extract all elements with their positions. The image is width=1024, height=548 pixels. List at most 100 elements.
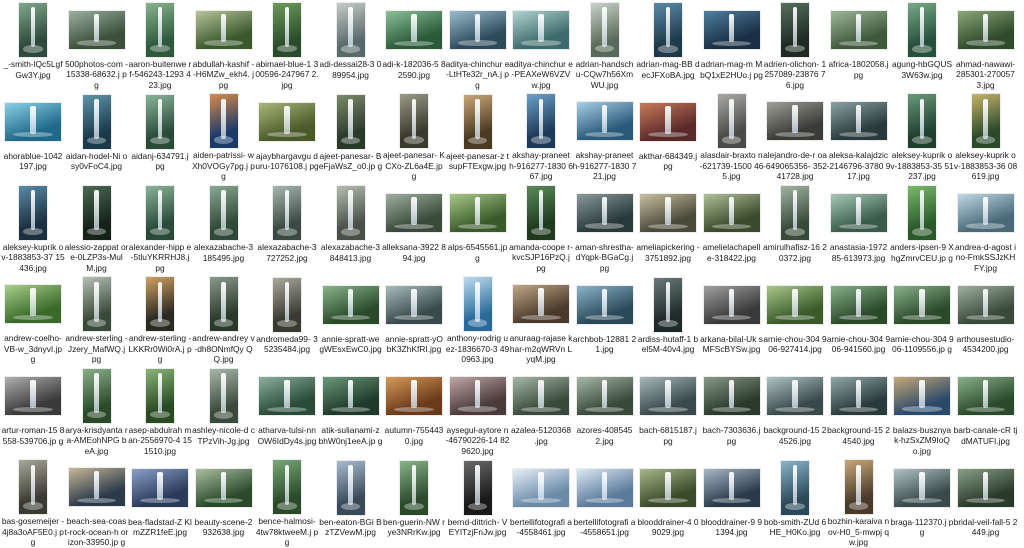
file-item[interactable]: aaron-buitenwe rf-546243-1293 423.jpg xyxy=(129,2,191,90)
file-item[interactable]: aditya-chinchur e-PEAXeW6VZV w.jpg xyxy=(509,2,573,90)
file-item[interactable]: abdullah-kashif --H6MZw_ekh4. jpg xyxy=(193,2,254,90)
file-name-label: background-15 24540.jpg xyxy=(827,425,890,446)
file-item[interactable]: akshay-praneet h-916277-1830 721.jpg xyxy=(573,94,636,182)
file-item[interactable]: artur-roman-15 8558-539706.jp g xyxy=(2,368,64,456)
file-item[interactable]: ajeet-panesar- KCXo-ZL6a4E.jp g xyxy=(383,94,445,182)
file-item[interactable]: adi-k-182036-5 82590.jpg xyxy=(382,2,446,90)
file-item[interactable]: beauty-scene-2 932638.jpg xyxy=(195,460,253,548)
file-item[interactable]: bence-halmosi- 4tw78ktweeM.j pg xyxy=(256,460,318,548)
file-item[interactable]: aditya-chinchur e-LtHTe32r_nA.j pg xyxy=(446,2,509,90)
file-item[interactable]: adrian-mag-m MbQ1xE2HUo.j pg xyxy=(700,2,763,90)
file-item[interactable]: aleksey-kuprik ov-1883853-35 51237.jpg xyxy=(890,94,954,182)
file-item[interactable]: ajaybhargavgu duru-1076108.j pg xyxy=(255,94,319,182)
file-name-label: alleksana-3922 894.jpg xyxy=(382,242,446,263)
file-item[interactable]: ben-guerin-NW rye3NRrKw.jpg xyxy=(383,460,445,548)
file-item[interactable]: ameliapickering -3751892.jpg xyxy=(636,185,700,273)
file-item[interactable]: alessio-zappat ore-0LZP3s-Mul M.jpg xyxy=(65,185,128,273)
file-item[interactable]: blooddrainer-4 09029.jpg xyxy=(638,460,699,548)
file-item[interactable]: arnie-chou-304 906-941560.jpg xyxy=(827,277,890,365)
file-item[interactable]: amelielachapell e-318422.jpg xyxy=(703,185,761,273)
file-item[interactable]: autumn-755443 0.jpg xyxy=(385,368,443,456)
file-item[interactable]: arnie-chou-304 906-927414.jpg xyxy=(763,277,827,365)
file-item[interactable]: arya-krisdyanta ra-AMEohNPG beA.jpg xyxy=(65,368,128,456)
file-item[interactable]: adrian-mag-BB decJFXoBA.jpg xyxy=(636,2,700,90)
file-item[interactable]: abimael-blue-1 300596-247967 2.jpg xyxy=(255,2,319,90)
file-item[interactable]: ben-eaton-BGi BzTZVewM.jpg xyxy=(319,460,382,548)
file-item[interactable]: atik-sulianami-z bhW0nj1eeA.jp g xyxy=(319,368,382,456)
file-item[interactable]: aleksa-kalajdzic -2146796-3780 917.jpg xyxy=(827,94,890,182)
file-item[interactable]: arkana-bilal-Uk sMFScBYSw.jpg xyxy=(700,277,763,365)
file-item[interactable]: aysegul-aytore n-46790226-14 829620.jpg xyxy=(446,368,509,456)
file-item[interactable]: ajeet-panesar-z tsupFTExgw.jpg xyxy=(446,94,509,182)
file-item[interactable]: akshay-praneet h-916277-1830 667.jpg xyxy=(509,94,573,182)
file-item[interactable]: amanda-coope r-kvcSJP16PzQ.j pg xyxy=(509,185,573,273)
file-item[interactable]: andrew-sterling -LKKRr0Wi0rA.j pg xyxy=(128,277,192,365)
file-item[interactable]: aman-shrestha- dYqpk-BGaCg.j pg xyxy=(575,185,634,273)
file-item[interactable]: barb-canale-cR tjdMATUFI.jpg xyxy=(954,368,1017,456)
file-item[interactable]: balazs-busznya k-hzSxZM9IoQ o.jpg xyxy=(893,368,951,456)
file-item[interactable]: annie-spratt-we gWEsxEwC0.jpg xyxy=(319,277,382,365)
file-item[interactable]: aidan-hodel-Ni osy0vFoC4.jpg xyxy=(66,94,127,182)
waterfall-mist xyxy=(457,40,498,46)
file-item[interactable]: _-smith-lQc5Lgf Gw3Y.jpg xyxy=(3,2,63,90)
file-item[interactable]: andrew-sterling -Jzery_MafWQ.j pg xyxy=(65,277,128,365)
file-item[interactable]: bach-6815187.j pg xyxy=(639,368,697,456)
file-item[interactable]: background-15 24540.jpg xyxy=(827,368,890,456)
file-item[interactable]: ahmad-nawawi- 285301-270057 3.jpg xyxy=(956,2,1015,90)
file-item[interactable]: adrien-olichon- 1257089-23876 76.jpg xyxy=(764,2,826,90)
file-item[interactable]: africa-1802058.j pg xyxy=(828,2,889,90)
file-item[interactable]: andrew-andrey v-dh8ONmfQy QQ.jpg xyxy=(192,277,255,365)
file-item[interactable]: bozhin-karaiva nov-H0_5-mwpj qw.jpg xyxy=(828,460,889,548)
file-item[interactable]: andrea-d-agost ino-FmkSSJzKH FY.jpg xyxy=(955,185,1016,273)
file-item[interactable]: adrian-handsch u-CQw7h56Xm WU.jpg xyxy=(576,2,634,90)
file-item[interactable]: bertellifotografi a-4558651.jpg xyxy=(574,460,635,548)
file-item[interactable]: annie-spratt-yO bK3ZhKfRI.jpg xyxy=(385,277,443,365)
file-item[interactable]: alps-6545561.jp g xyxy=(448,185,507,273)
file-item[interactable]: asep-abdulrah man-2556970-4 151510.jpg xyxy=(128,368,192,456)
file-item[interactable]: bas-gosemeijer -4j8a3oAF5E0.j pg xyxy=(2,460,64,548)
file-item[interactable]: arthousestudio- 4534200.jpg xyxy=(957,277,1015,365)
file-item[interactable]: 500photos-com -15338-68632.j pg xyxy=(65,2,128,90)
file-item[interactable]: ajeet-panesar- BeFjaWsZ_o0.jp g xyxy=(319,94,382,182)
file-item[interactable]: bernd-dittrich- VEYITzjFnJw.jpg xyxy=(448,460,507,548)
file-item[interactable]: anuraag-rajase khar-m2qWRVn LyqM.jpg xyxy=(510,277,572,365)
file-item[interactable]: ahorablue-1042 197.jpg xyxy=(4,94,62,182)
file-item[interactable]: adi-dessai28-3 089954.jpg xyxy=(320,2,381,90)
file-item[interactable]: alejandro-de-r oa-649065356- 35241728.jp… xyxy=(763,94,827,182)
file-item[interactable]: alasdair-braxto n-621739-1500 465.jpg xyxy=(700,94,763,182)
file-item[interactable]: alexazabache-3 848413.jpg xyxy=(321,185,380,273)
file-item[interactable]: agung-hbGQUS 3W63w.jpg xyxy=(892,2,952,90)
file-item[interactable]: aleksey-kuprik ov-1883853-36 08619.jpg xyxy=(954,94,1017,182)
file-item[interactable]: bridal-veil-fall-5 2449.jpg xyxy=(954,460,1017,548)
waterfall-mist xyxy=(340,228,361,236)
file-item[interactable]: akthar-684349.j pg xyxy=(639,94,697,182)
file-item[interactable]: archbob-12881 21.jpg xyxy=(573,277,636,365)
file-item[interactable]: alexazabache-3 727252.jpg xyxy=(257,185,317,273)
file-item[interactable]: ardiss-hutaff-1 bel5M-40v4.jpg xyxy=(638,277,698,365)
file-item[interactable]: braga-112370.j pg xyxy=(891,460,953,548)
file-item[interactable]: alleksana-3922 894.jpg xyxy=(382,185,446,273)
file-item[interactable]: aleksey-kuprik ov-1883853-37 15436.jpg xyxy=(1,185,65,273)
file-item[interactable]: aiden-patrissi- wXh0VOGy7pg.j pg xyxy=(192,94,255,182)
file-item[interactable]: bach-7303636.j pg xyxy=(703,368,761,456)
file-item[interactable]: ashley-nicole-d cTPzVih-Jg.jpg xyxy=(192,368,255,456)
file-item[interactable]: andromeda99- 35235484.jpg xyxy=(256,277,318,365)
file-item[interactable]: background-15 24526.jpg xyxy=(764,368,826,456)
file-item[interactable]: amirulhafisz-16 20372.jpg xyxy=(763,185,827,273)
file-item[interactable]: atharva-tulsi-nn OW6IdDy4s.jpg xyxy=(258,368,316,456)
file-item[interactable]: azalea-5120368 .jpg xyxy=(511,368,571,456)
file-item[interactable]: anders-ipsen-9 XhgZmrvCEU.jp g xyxy=(890,185,954,273)
file-item[interactable]: bertellifotografi a-4558461.jpg xyxy=(510,460,572,548)
file-item[interactable]: bea-fladstad-Z KlmZZR1feE.jpg xyxy=(128,460,192,548)
file-item[interactable]: bob-smith-ZUd 6HE_H0Ko.jpg xyxy=(764,460,826,548)
file-item[interactable]: azores-408545 2.jpg xyxy=(576,368,634,456)
file-item[interactable]: alexazabache-3 185495.jpg xyxy=(194,185,253,273)
file-item[interactable]: alexander-hipp e-5tluYKRRHJ8.j pg xyxy=(129,185,191,273)
file-item[interactable]: andrew-coelho- VB-w_3dnyvI.jp g xyxy=(4,277,62,365)
file-item[interactable]: arnie-chou-304 906-1109556.jp g xyxy=(890,277,954,365)
file-item[interactable]: aidanj-634791.j pg xyxy=(131,94,189,182)
file-item[interactable]: beach-sea-coas t-rock-ocean-h orizon-339… xyxy=(65,460,128,548)
file-item[interactable]: blooddrainer-9 91394.jpg xyxy=(701,460,762,548)
file-item[interactable]: anastasia-1972 85-613973.jpg xyxy=(830,185,888,273)
file-item[interactable]: anthony-rodrig uez-1836670-3 490963.jpg xyxy=(446,277,509,365)
